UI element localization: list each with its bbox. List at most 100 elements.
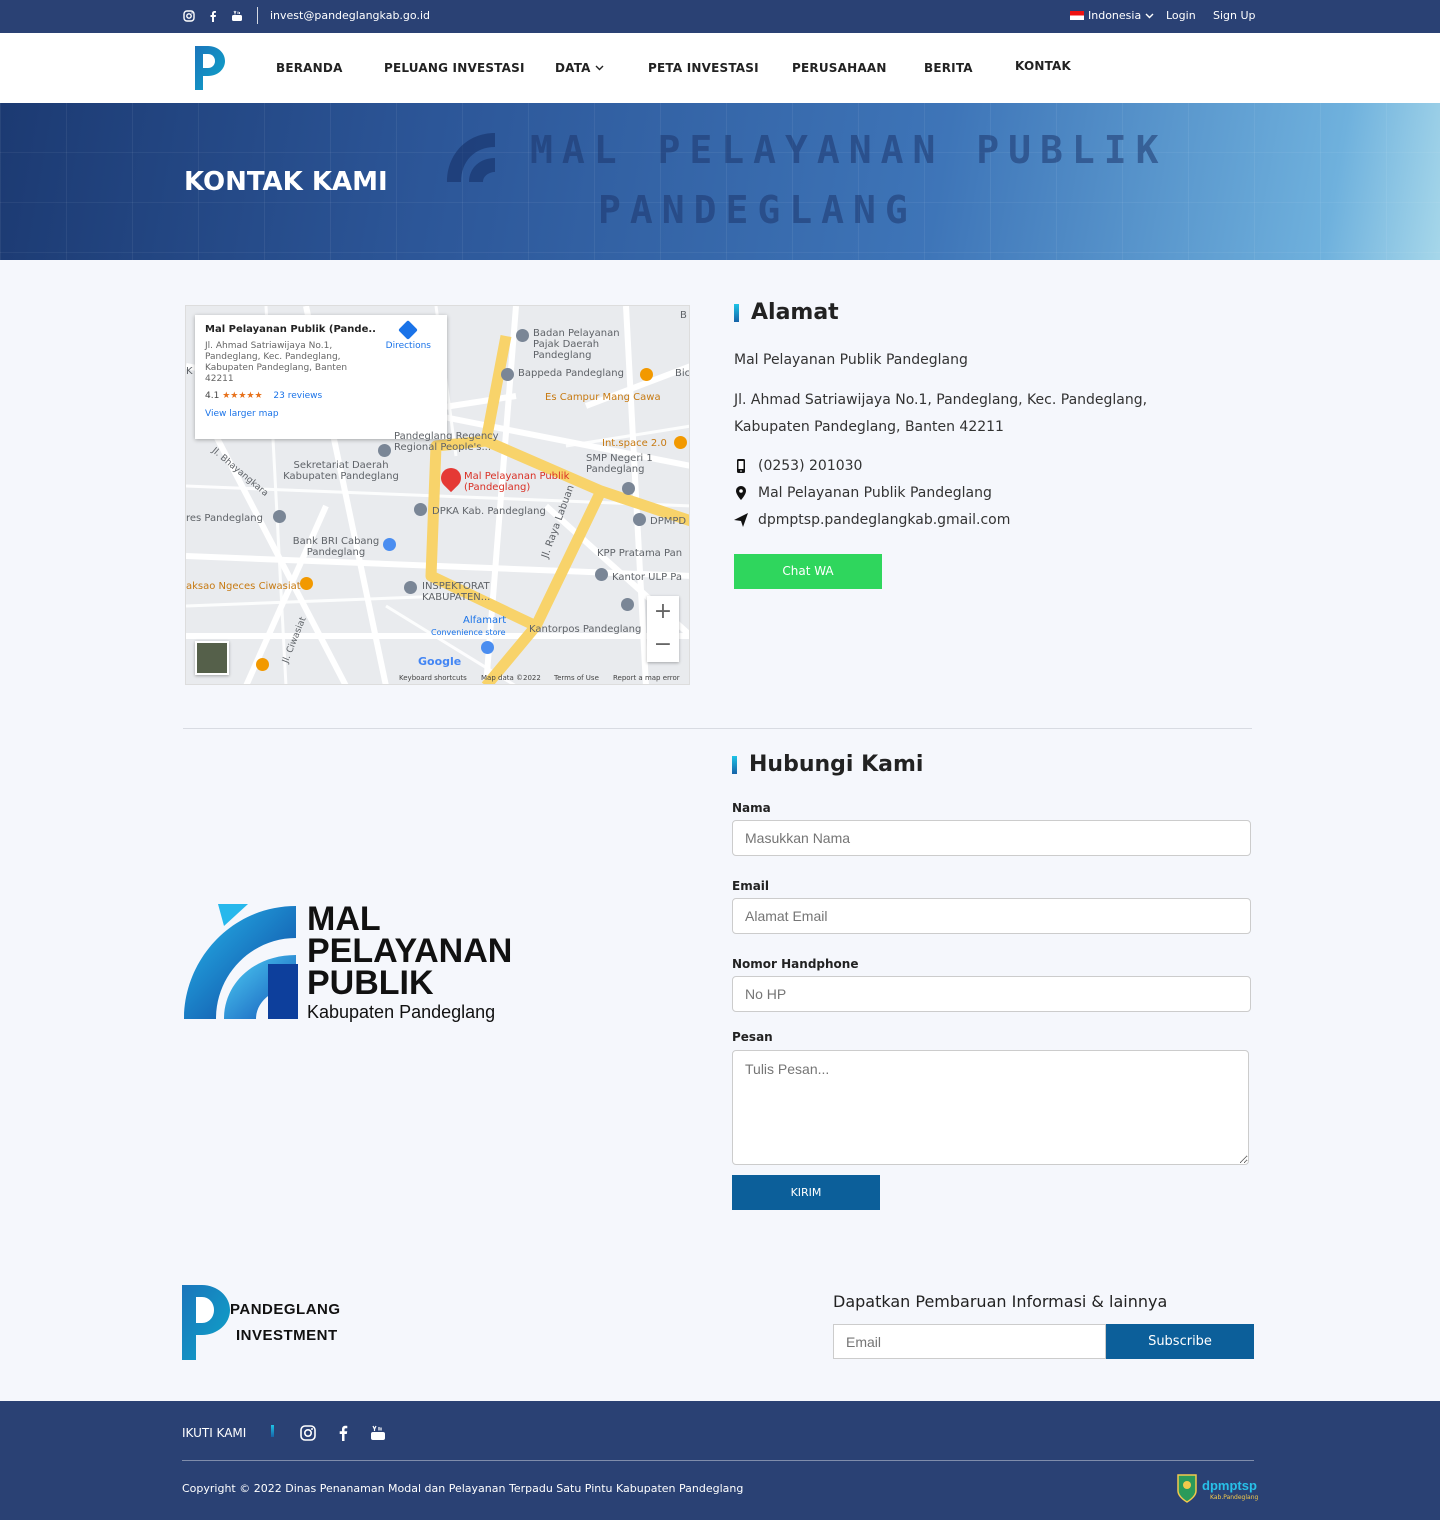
restaurant-icon xyxy=(640,368,653,381)
satellite-toggle[interactable] xyxy=(195,641,229,675)
map-label-badan: Badan Pelayanan Pajak Daerah Pandeglang xyxy=(533,328,620,361)
map-poi-icon xyxy=(501,368,514,381)
youtube-icon[interactable] xyxy=(231,10,243,22)
submit-button[interactable]: KIRIM xyxy=(732,1175,880,1210)
pandeglang-logo-icon[interactable] xyxy=(193,44,227,92)
map-label-regency: Pandeglang Regency Regional People's... xyxy=(394,431,499,453)
cafe-icon xyxy=(674,436,687,449)
contact-email: dpmptsp.pandeglangkab.gmail.com xyxy=(734,512,1010,528)
name-label: Nama xyxy=(732,801,771,815)
page-title: KONTAK KAMI xyxy=(184,167,388,197)
dpmptsp-logo-subtext: Kab.Pandeglang xyxy=(1210,1494,1259,1501)
heading-accent-bar xyxy=(732,755,737,774)
map-label-bri: Bank BRI Cabang Pandeglang xyxy=(292,536,380,558)
map-poi-icon xyxy=(273,510,286,523)
directions-icon xyxy=(398,320,419,340)
login-link[interactable]: Login xyxy=(1166,9,1196,22)
map-label-k: K xyxy=(186,366,193,377)
nav-beranda[interactable]: BERANDA xyxy=(276,61,343,75)
chat-wa-button[interactable]: Chat WA xyxy=(734,554,882,589)
section-divider xyxy=(183,728,1252,729)
zoom-out-button[interactable]: − xyxy=(647,629,679,662)
school-icon xyxy=(622,482,635,495)
map-zoom-controls: + − xyxy=(647,596,679,662)
pandeglang-investment-logo[interactable]: PANDEGLANG INVESTMENT xyxy=(182,1285,352,1360)
dpmptsp-logo-text: dpmptsp xyxy=(1202,1478,1257,1493)
newsletter-title: Dapatkan Pembaruan Informasi & lainnya xyxy=(833,1292,1168,1311)
bank-icon xyxy=(383,538,396,551)
phone-field[interactable] xyxy=(732,976,1251,1012)
nav-kontak[interactable]: KONTAK xyxy=(1015,59,1071,73)
directions-button[interactable]: Directions xyxy=(385,320,431,351)
map-place-card: Mal Pelayanan Publik (Pande... Jl. Ahmad… xyxy=(195,315,447,439)
google-map-embed[interactable]: Mal Pelayanan Publik (Pande... Jl. Ahmad… xyxy=(185,305,690,685)
directions-label: Directions xyxy=(385,341,431,351)
top-divider xyxy=(257,7,258,24)
map-label-alfamart: Alfamart xyxy=(463,615,507,626)
mpp-sign-logo-icon xyxy=(447,133,495,182)
map-poi-icon xyxy=(595,568,608,581)
facebook-icon[interactable] xyxy=(335,1425,351,1441)
hero-sign-text-2: PANDEGLANG xyxy=(598,188,917,232)
youtube-icon[interactable] xyxy=(370,1425,386,1441)
address-heading-text: Alamat xyxy=(751,300,839,325)
nav-peta-investasi[interactable]: PETA INVESTASI xyxy=(648,61,759,75)
instagram-icon[interactable] xyxy=(300,1425,316,1441)
chevron-down-icon xyxy=(595,65,604,71)
mal-pelayanan-publik-logo: MAL PELAYANAN PUBLIK Kabupaten Pandeglan… xyxy=(184,900,544,1022)
contact-location-text: Mal Pelayanan Publik Pandeglang xyxy=(758,485,992,501)
footer-logo-line2: INVESTMENT xyxy=(236,1327,338,1344)
pandeglang-crest-icon xyxy=(1177,1474,1197,1503)
map-keyboard-shortcuts[interactable]: Keyboard shortcuts xyxy=(399,674,467,682)
nav-peluang-investasi[interactable]: PELUANG INVESTASI xyxy=(384,61,525,75)
email-field[interactable] xyxy=(732,898,1251,934)
map-label-sekretariat: Sekretariat Daerah Kabupaten Pandeglang xyxy=(283,460,399,482)
footer-logo-line1: PANDEGLANG xyxy=(230,1301,341,1318)
map-card-title: Mal Pelayanan Publik (Pande... xyxy=(205,324,375,335)
nav-berita[interactable]: BERITA xyxy=(924,61,973,75)
map-rating-value: 4.1 xyxy=(205,391,220,401)
instagram-icon[interactable] xyxy=(183,10,195,22)
heading-accent-bar xyxy=(734,303,739,322)
language-selector[interactable]: Indonesia xyxy=(1070,9,1154,22)
zoom-in-button[interactable]: + xyxy=(647,596,679,629)
map-terms-link[interactable]: Terms of Use xyxy=(554,674,599,682)
map-reviews-link[interactable]: 23 reviews xyxy=(273,391,322,401)
phone-label: Nomor Handphone xyxy=(732,957,859,971)
pandeglang-logo-icon xyxy=(182,1285,230,1360)
top-social-links xyxy=(183,10,243,22)
map-report-link[interactable]: Report a map error xyxy=(613,674,680,682)
top-email-link[interactable]: invest@pandeglangkab.go.id xyxy=(270,9,430,22)
contact-location: Mal Pelayanan Publik Pandeglang xyxy=(734,485,992,501)
view-larger-map-link[interactable]: View larger map xyxy=(205,409,437,419)
follow-us-label: IKUTI KAMI xyxy=(182,1426,247,1440)
map-label-es-campur: Es Campur Mang Cawa xyxy=(545,392,661,403)
message-field[interactable] xyxy=(732,1050,1249,1165)
map-label-bic: Bic xyxy=(675,368,690,379)
map-label-smp: SMP Negeri 1 Pandeglang xyxy=(586,453,653,475)
name-field[interactable] xyxy=(732,820,1251,856)
map-label-intspace: Int.space 2.0 xyxy=(602,438,667,449)
contact-phone: (0253) 201030 xyxy=(734,458,862,474)
main-navbar: BERANDA PELUANG INVESTASI DATA PETA INVE… xyxy=(0,33,1440,103)
subscribe-button[interactable]: Subscribe xyxy=(1106,1324,1254,1359)
mpp-logo-line4: Kabupaten Pandeglang xyxy=(307,1002,496,1022)
send-icon xyxy=(734,513,748,527)
nav-perusahaan[interactable]: PERUSAHAAN xyxy=(792,61,887,75)
map-card-address: Jl. Ahmad Satriawijaya No.1, Pandeglang,… xyxy=(205,341,348,384)
location-pin-icon xyxy=(736,486,746,500)
newsletter-email-input[interactable] xyxy=(833,1324,1106,1359)
hero-sign-text-1: MAL PELAYANAN PUBLIK xyxy=(530,128,1168,172)
post-office-icon xyxy=(621,598,634,611)
map-label-dpmpd: DPMPD xyxy=(650,516,687,527)
facebook-icon[interactable] xyxy=(207,10,219,22)
map-label-dpka: DPKA Kab. Pandeglang xyxy=(432,506,546,517)
contact-form-heading-text: Hubungi Kami xyxy=(749,752,924,777)
nav-data[interactable]: DATA xyxy=(555,61,604,75)
hero-banner: MAL PELAYANAN PUBLIK PANDEGLANG KONTAK K… xyxy=(0,103,1440,260)
phone-icon xyxy=(737,459,745,473)
signup-link[interactable]: Sign Up xyxy=(1213,9,1256,22)
nav-data-label: DATA xyxy=(555,61,591,75)
mpp-logo-line3: PUBLIK xyxy=(307,964,434,1002)
map-label-res: res Pandeglang xyxy=(186,513,263,524)
